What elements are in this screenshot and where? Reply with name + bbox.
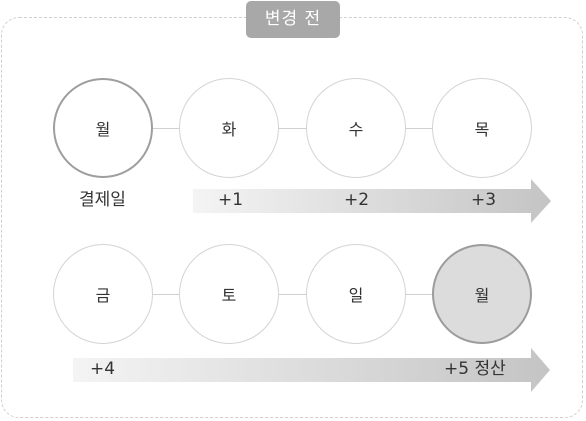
connector-line <box>278 128 306 129</box>
day-circle-tue: 화 <box>179 78 279 178</box>
title-badge: 변경 전 <box>246 1 340 38</box>
offset-label: +4 <box>90 359 116 379</box>
connector-line <box>152 294 180 295</box>
connector-line <box>405 128 433 129</box>
day-circle-sat: 토 <box>179 244 279 344</box>
day-circle-wed: 수 <box>306 78 406 178</box>
day-circle-sun: 일 <box>306 244 406 344</box>
payment-day-label: 결제일 <box>79 190 126 210</box>
offset-label: +2 <box>344 190 370 210</box>
day-circle-fri: 금 <box>53 244 153 344</box>
connector-line <box>405 294 433 295</box>
connector-line <box>152 128 180 129</box>
day-circle-mon-settlement: 월 <box>432 244 532 344</box>
settlement-label: +5 정산 <box>444 359 506 379</box>
day-circle-mon: 월 <box>53 78 153 178</box>
day-circle-thu: 목 <box>432 78 532 178</box>
offset-label: +3 <box>471 190 497 210</box>
offset-label: +1 <box>218 190 244 210</box>
timeline-arrow <box>193 179 551 223</box>
connector-line <box>278 294 306 295</box>
